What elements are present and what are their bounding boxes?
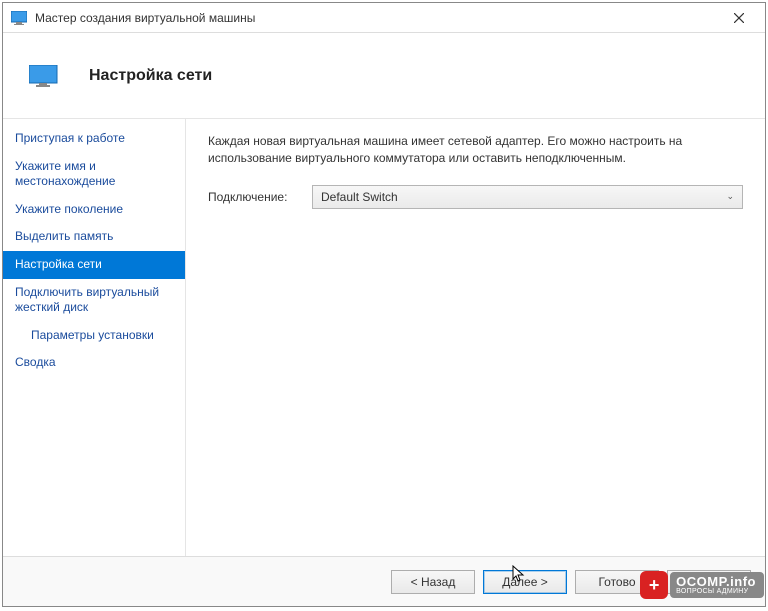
wizard-step-1[interactable]: Укажите имя и местонахождение <box>3 153 185 196</box>
wizard-content: Каждая новая виртуальная машина имеет се… <box>186 119 765 556</box>
window-title: Мастер создания виртуальной машины <box>35 11 717 25</box>
close-button[interactable] <box>717 4 761 32</box>
finish-button[interactable]: Готово <box>575 570 659 594</box>
wizard-window: Мастер создания виртуальной машины Настр… <box>2 2 766 607</box>
cancel-button[interactable]: Отмена <box>667 570 751 594</box>
wizard-step-0[interactable]: Приступая к работе <box>3 125 185 153</box>
close-icon <box>734 13 744 23</box>
titlebar: Мастер создания виртуальной машины <box>3 3 765 33</box>
wizard-body: Приступая к работеУкажите имя и местонах… <box>3 119 765 556</box>
app-icon <box>11 10 27 26</box>
description-text: Каждая новая виртуальная машина имеет се… <box>208 133 743 167</box>
wizard-step-2[interactable]: Укажите поколение <box>3 196 185 224</box>
next-button[interactable]: Далее > <box>483 570 567 594</box>
monitor-icon <box>29 65 59 87</box>
wizard-steps-sidebar: Приступая к работеУкажите имя и местонах… <box>3 119 186 556</box>
wizard-step-5[interactable]: Подключить виртуальный жесткий диск <box>3 279 185 322</box>
connection-field: Подключение: Default Switch ⌄ <box>208 185 743 209</box>
connection-label: Подключение: <box>208 190 300 204</box>
wizard-footer: < Назад Далее > Готово Отмена <box>3 556 765 606</box>
chevron-down-icon: ⌄ <box>726 191 734 202</box>
wizard-header: Настройка сети <box>3 33 765 119</box>
back-button[interactable]: < Назад <box>391 570 475 594</box>
page-title: Настройка сети <box>89 67 212 85</box>
wizard-step-4[interactable]: Настройка сети <box>3 251 185 279</box>
wizard-step-7[interactable]: Сводка <box>3 349 185 377</box>
wizard-step-3[interactable]: Выделить память <box>3 223 185 251</box>
connection-value: Default Switch <box>321 190 398 204</box>
connection-dropdown[interactable]: Default Switch ⌄ <box>312 185 743 209</box>
wizard-step-6[interactable]: Параметры установки <box>3 322 185 350</box>
